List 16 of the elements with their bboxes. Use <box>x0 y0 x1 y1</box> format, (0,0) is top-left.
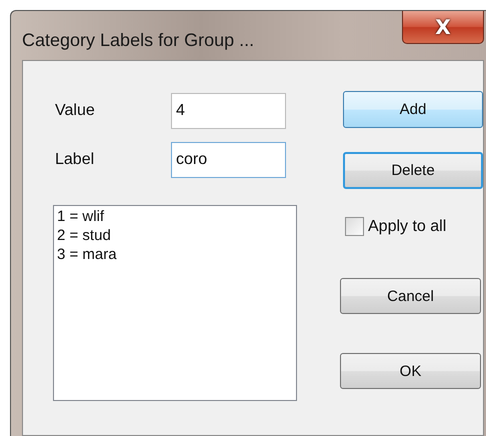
checkbox[interactable] <box>345 217 364 236</box>
list-item[interactable]: 3 = mara <box>57 245 117 264</box>
window-title: Category Labels for Group ... <box>22 30 254 51</box>
checkbox-label[interactable]: Apply to all <box>368 218 446 236</box>
field-label: Value <box>54 102 96 120</box>
action-button[interactable]: Add <box>343 91 483 128</box>
list-item[interactable]: 1 = wlif <box>57 207 104 226</box>
action-button[interactable]: OK <box>340 353 481 389</box>
input-field[interactable]: coro <box>171 142 286 178</box>
category-list[interactable]: 1 = wlif 2 = stud 3 = mara <box>53 205 297 401</box>
input-field[interactable]: 4 <box>171 93 286 129</box>
action-button[interactable]: Cancel <box>340 278 481 314</box>
action-button[interactable]: Delete <box>343 152 483 189</box>
field-label: Label <box>54 151 96 169</box>
close-button[interactable]: X <box>402 11 484 44</box>
list-item[interactable]: 2 = stud <box>57 226 111 245</box>
